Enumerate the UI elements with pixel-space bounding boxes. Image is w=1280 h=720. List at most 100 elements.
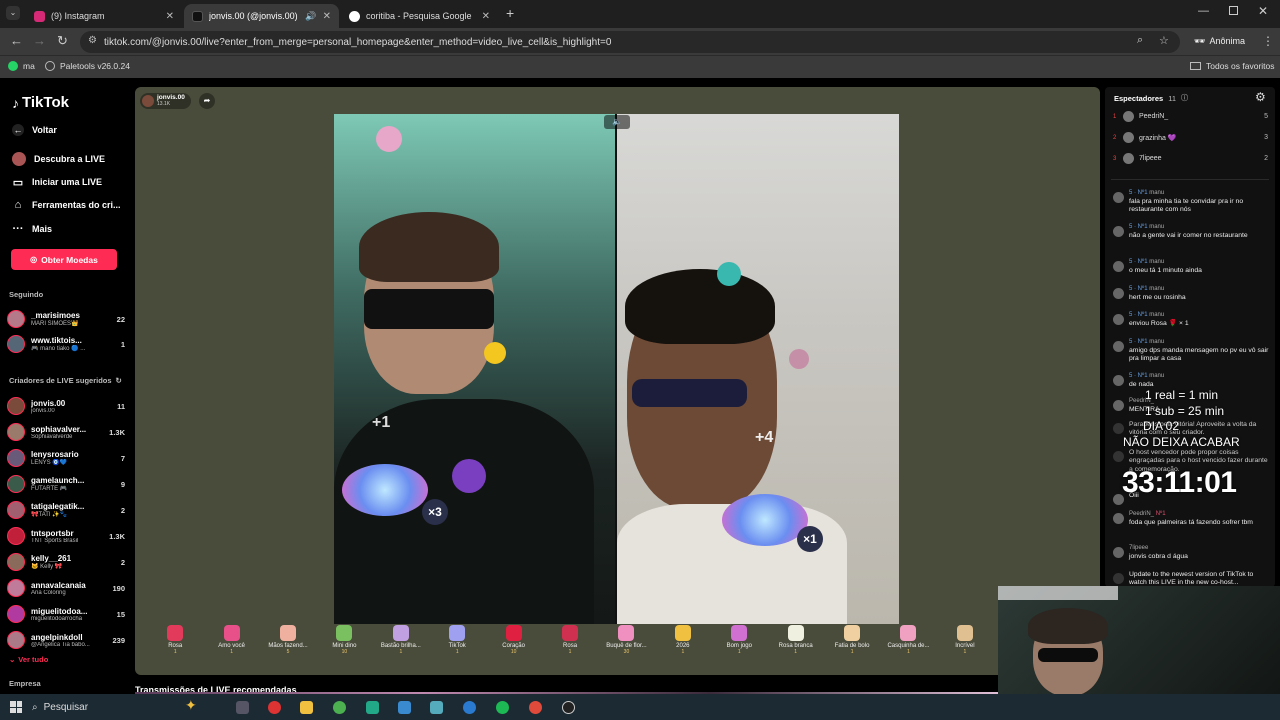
ice-cream-icon	[900, 625, 917, 641]
gift-item[interactable]: Casquinha de... 1	[880, 625, 936, 673]
suggested-item[interactable]: lenysrosario LENYS 🧿💙 7	[7, 446, 125, 470]
avatar	[1113, 341, 1124, 352]
tab-list-dropdown-icon[interactable]: ⌄	[6, 6, 20, 20]
back-link[interactable]: ← Voltar	[12, 124, 57, 136]
menu-dots-icon[interactable]: ⋮	[1262, 34, 1274, 48]
tiktok-note-icon: ♪	[12, 94, 19, 111]
gift-item[interactable]: Rosa branca 1	[767, 625, 823, 673]
suggested-item[interactable]: jonvis.00 jonvis.00 11	[7, 394, 125, 418]
new-tab-button[interactable]: +	[506, 5, 514, 21]
file-explorer-icon[interactable]	[300, 701, 313, 714]
chat-text: o meu tá 1 minuto ainda	[1129, 266, 1202, 274]
minimize-button[interactable]: —	[1198, 5, 1209, 17]
account-sub: 🐱 Kelly 🎀	[31, 564, 63, 570]
tiktok-icon	[1113, 573, 1124, 584]
edge-icon[interactable]	[463, 701, 476, 714]
gift-item[interactable]: Mãos fazend... 5	[260, 625, 316, 673]
suggested-item[interactable]: tatigalegatik... 🎀TATI ✨🐾 2	[7, 498, 125, 522]
gift-price: 1	[455, 649, 459, 655]
gift-item[interactable]: Fatia de bolo 1	[824, 625, 880, 673]
spotify-icon[interactable]	[496, 701, 509, 714]
zoom-icon[interactable]: ⌕	[1137, 34, 1143, 47]
suggested-item[interactable]: sophiavalver... Sophiavalverde 1.3K	[7, 420, 125, 444]
url-input[interactable]: ⚙ tiktok.com/@jonvis.00/live?enter_from_…	[80, 31, 1180, 53]
gift-price: 1	[230, 649, 233, 655]
gift-item[interactable]: 2026 1	[655, 625, 711, 673]
tab-instagram[interactable]: (9) Instagram ✕	[26, 4, 182, 28]
suggested-item[interactable]: gamelaunch... FUTARTE 🎮 9	[7, 472, 125, 496]
info-icon[interactable]: ⓘ	[1181, 93, 1188, 103]
menu-item-creator-tools[interactable]: ⌂ Ferramentas do cri...	[12, 199, 121, 211]
gift-item[interactable]: Bastão brilha... 1	[373, 625, 429, 673]
suggested-item[interactable]: annavalcanaia Ana Coloring 190	[7, 576, 125, 600]
viewer-row[interactable]: 2 grazinha 💜 3	[1113, 132, 1268, 143]
windows-start-icon[interactable]	[10, 701, 22, 713]
gift-item[interactable]: TikTok 1	[429, 625, 485, 673]
suggested-item[interactable]: miguelitodoa... miguelitodoarrocha 15	[7, 602, 125, 626]
menu-item-start-live[interactable]: ▭ Iniciar uma LIVE	[12, 176, 102, 189]
plus-count: +4	[755, 429, 774, 446]
star-icon[interactable]: ☆	[1159, 34, 1169, 47]
tab-google[interactable]: coritiba - Pesquisa Google ✕	[341, 4, 498, 28]
following-item[interactable]: _marisimoes MARI SIMÕES👑 22	[7, 307, 125, 331]
share-icon[interactable]: ➦	[199, 93, 215, 109]
close-window-button[interactable]: ✕	[1258, 4, 1268, 18]
task-view-icon[interactable]	[236, 701, 249, 714]
site-info-icon[interactable]: ⚙	[88, 35, 97, 46]
gift-item[interactable]: Rosa 1	[542, 625, 598, 673]
obs-icon[interactable]	[562, 701, 575, 714]
app-blue-icon[interactable]	[430, 701, 443, 714]
menu-item-more[interactable]: ··· Mais	[12, 223, 53, 235]
tab-tiktok[interactable]: jonvis.00 (@jonvis.00) com… 🔊 ✕	[184, 4, 339, 28]
mute-icon[interactable]: 🔈	[604, 115, 630, 129]
browser-tab-bar: ⌄ (9) Instagram ✕ jonvis.00 (@jonvis.00)…	[0, 0, 1280, 28]
store-icon[interactable]	[398, 701, 411, 714]
close-icon[interactable]: ✕	[323, 11, 331, 22]
app-green-icon[interactable]	[366, 701, 379, 714]
gift-price: 1	[737, 649, 741, 655]
gift-item[interactable]: Amo você 1	[203, 625, 259, 673]
suggested-item[interactable]: kelly__261 🐱 Kelly 🎀 2	[7, 550, 125, 574]
multiplier-count: ×1	[797, 526, 823, 552]
refresh-icon[interactable]: ↻	[116, 376, 122, 385]
following-item[interactable]: www.tiktois... 🎮 mano tiako 🔵 ... 1	[7, 332, 125, 356]
account-sub: TNT Sports Brasil	[31, 537, 79, 544]
gift-item[interactable]: Bom jogo 1	[711, 625, 767, 673]
avatar	[7, 335, 25, 353]
all-bookmarks[interactable]: Todos os favoritos	[1190, 61, 1275, 71]
copilot-sparkle-icon[interactable]: ✦	[185, 697, 197, 714]
restore-button[interactable]	[1229, 6, 1238, 15]
suggested-item[interactable]: angelpinkdoll @Angelica Tia babo... 239	[7, 628, 125, 652]
tiktok-logo[interactable]: ♪ TikTok	[12, 94, 69, 111]
gift-item[interactable]: Buquê de flor... 30	[598, 625, 654, 673]
account-sub: Sophiavalverde	[31, 433, 73, 440]
back-arrow-icon[interactable]: ←	[10, 33, 23, 48]
see-all-link[interactable]: ⌄ Ver tudo	[9, 655, 48, 664]
gift-item[interactable]: Mini dino 10	[316, 625, 372, 673]
gift-item[interactable]: Incrível 1	[937, 625, 993, 673]
app-red-icon[interactable]	[268, 701, 281, 714]
back-label: Voltar	[32, 125, 57, 135]
menu-item-discover-live[interactable]: Descubra a LIVE	[12, 152, 105, 166]
gift-item[interactable]: Rosa 1	[147, 625, 203, 673]
bookmark-ma[interactable]: ma	[8, 61, 35, 71]
close-icon[interactable]: ✕	[166, 11, 174, 22]
viewer-row[interactable]: 3 7lipeee 2	[1113, 153, 1268, 164]
person-hair	[1028, 608, 1108, 644]
battle-video[interactable]: +1 ×3 +4 ×1 🔈	[334, 114, 899, 624]
host-badge[interactable]: jonvis.00 13.1K	[140, 93, 191, 109]
settings-gear-icon[interactable]: ⚙	[1255, 90, 1266, 104]
gift-item[interactable]: Coração 10	[485, 625, 541, 673]
chrome-icon[interactable]	[333, 701, 346, 714]
forward-arrow-icon[interactable]: →	[33, 33, 46, 48]
get-coins-button[interactable]: ◎ Obter Moedas	[11, 249, 117, 270]
bookmark-paletools[interactable]: Paletools v26.0.24	[45, 61, 130, 71]
close-icon[interactable]: ✕	[482, 11, 490, 22]
suggested-item[interactable]: tntsportsbr TNT Sports Brasil 1.3K	[7, 524, 125, 548]
viewer-row[interactable]: 1 PeedriN_ 5	[1113, 111, 1268, 122]
love-you-icon	[223, 625, 240, 641]
speaker-icon[interactable]: 🔊	[305, 11, 316, 22]
chrome-active-icon[interactable]	[529, 701, 542, 714]
profile-incognito[interactable]: 🕶 Anônima	[1194, 36, 1245, 47]
reload-icon[interactable]: ↻	[57, 33, 68, 49]
